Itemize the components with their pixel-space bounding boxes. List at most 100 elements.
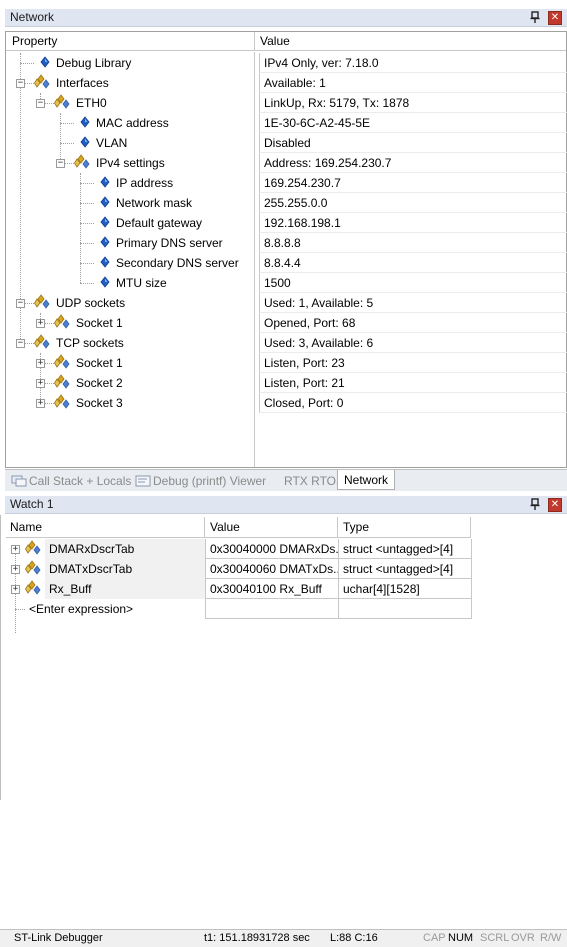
property-value[interactable]: Opened, Port: 68 (259, 313, 567, 333)
tree-connector (80, 223, 94, 224)
watch-value-cell[interactable]: 0x30040000 DMARxDs... (205, 539, 339, 559)
status-scrl: SCRL (480, 932, 510, 944)
tree-connector (80, 183, 94, 184)
property-label[interactable]: ETH0 (76, 96, 107, 110)
collapse-icon[interactable]: − (56, 159, 65, 168)
property-label[interactable]: MTU size (116, 276, 167, 290)
collapse-icon[interactable]: − (16, 339, 25, 348)
property-value[interactable]: Used: 1, Available: 5 (259, 293, 567, 313)
tree-connector (80, 203, 94, 204)
property-value[interactable]: LinkUp, Rx: 5179, Tx: 1878 (259, 93, 567, 113)
property-label[interactable]: Network mask (116, 196, 192, 210)
property-value[interactable]: Used: 3, Available: 6 (259, 333, 567, 353)
property-label[interactable]: UDP sockets (56, 296, 125, 310)
property-value[interactable]: Available: 1 (259, 73, 567, 93)
property-value[interactable]: 192.168.198.1 (259, 213, 567, 233)
property-label[interactable]: Secondary DNS server (116, 256, 239, 270)
property-label[interactable]: VLAN (96, 136, 127, 150)
type-header-label: Type (343, 520, 370, 534)
property-column-header[interactable]: Property (6, 32, 255, 51)
collapse-icon[interactable]: − (16, 299, 25, 308)
collapse-icon[interactable]: − (16, 79, 25, 88)
property-value[interactable]: Listen, Port: 23 (259, 353, 567, 373)
status-cursor-position: L:88 C:16 (330, 932, 378, 944)
watch-value-cell[interactable]: 0x30040100 Rx_Buff (205, 579, 339, 599)
property-label[interactable]: Primary DNS server (116, 236, 223, 250)
property-label[interactable]: MAC address (96, 116, 169, 130)
property-value[interactable]: Listen, Port: 21 (259, 373, 567, 393)
watch-type-cell[interactable]: struct <untagged>[4] (338, 539, 472, 559)
value-header-label: Value (260, 34, 290, 48)
bottom-tab-bar: Call Stack + Locals Debug (printf) Viewe… (5, 469, 567, 491)
expand-icon[interactable]: + (36, 399, 45, 408)
property-value[interactable]: 1500 (259, 273, 567, 293)
tab-rtx-rtos-label: RTX RTOS (284, 474, 345, 488)
group-icon (54, 94, 72, 110)
watch-value-column-header[interactable]: Value (205, 517, 338, 538)
call-stack-icon (11, 475, 27, 487)
property-label[interactable]: Debug Library (56, 56, 131, 70)
group-icon (74, 154, 92, 170)
type-column-header[interactable]: Type (338, 517, 471, 538)
property-label[interactable]: Socket 3 (76, 396, 123, 410)
close-icon[interactable]: ✕ (548, 498, 562, 512)
property-icon (40, 56, 50, 68)
watch-pane-title: Watch 1 (10, 497, 54, 511)
pin-icon[interactable] (529, 11, 541, 24)
close-icon[interactable]: ✕ (548, 11, 562, 25)
expand-icon[interactable]: + (36, 359, 45, 368)
watch-type-cell[interactable]: uchar[4][1528] (338, 579, 472, 599)
property-label[interactable]: IPv4 settings (96, 156, 165, 170)
property-value[interactable]: 8.8.8.8 (259, 233, 567, 253)
property-value[interactable]: 255.255.0.0 (259, 193, 567, 213)
tab-debug-printf-viewer[interactable]: Debug (printf) Viewer (135, 471, 266, 491)
property-label[interactable]: Socket 1 (76, 316, 123, 330)
watch-value-cell[interactable]: 0x30040060 DMATxDs... (205, 559, 339, 579)
property-value[interactable]: 169.254.230.7 (259, 173, 567, 193)
group-icon (54, 314, 72, 330)
name-column-header[interactable]: Name (6, 517, 205, 538)
tree-connector (80, 263, 94, 264)
property-value[interactable]: 8.8.4.4 (259, 253, 567, 273)
expand-icon[interactable]: + (11, 585, 20, 594)
group-icon (54, 354, 72, 370)
expand-icon[interactable]: + (11, 565, 20, 574)
tab-network[interactable]: Network (337, 470, 396, 490)
property-header-label: Property (12, 34, 58, 48)
watch-name-cell[interactable]: DMATxDscrTab (45, 559, 205, 579)
property-label[interactable]: Interfaces (56, 76, 109, 90)
expand-icon[interactable]: + (11, 545, 20, 554)
expand-icon[interactable]: + (36, 379, 45, 388)
property-value[interactable]: Disabled (259, 133, 567, 153)
enter-expression-value-cell[interactable] (205, 599, 339, 619)
watch-type-cell[interactable]: struct <untagged>[4] (338, 559, 472, 579)
collapse-icon[interactable]: − (36, 99, 45, 108)
enter-expression-type-cell[interactable] (338, 599, 472, 619)
property-label[interactable]: Default gateway (116, 216, 202, 230)
property-icon (100, 276, 110, 288)
pin-icon[interactable] (529, 498, 541, 511)
property-value[interactable]: Address: 169.254.230.7 (259, 153, 567, 173)
property-icon (100, 236, 110, 248)
watch-pane-titlebar: Watch 1 ✕ (5, 496, 567, 514)
property-label[interactable]: Socket 2 (76, 376, 123, 390)
enter-expression-input[interactable]: <Enter expression> (25, 599, 205, 619)
group-icon (34, 334, 52, 350)
value-column-header[interactable]: Value (255, 32, 566, 51)
property-value[interactable]: 1E-30-6C-A2-45-5E (259, 113, 567, 133)
property-label[interactable]: TCP sockets (56, 336, 124, 350)
tab-rtx-rtos[interactable]: RTX RTOS (284, 471, 344, 491)
value-column-divider (254, 52, 255, 467)
property-value[interactable]: IPv4 Only, ver: 7.18.0 (259, 53, 567, 73)
tab-call-stack-locals-label: Call Stack + Locals (29, 474, 132, 488)
watch-name-cell[interactable]: Rx_Buff (45, 579, 205, 599)
tab-call-stack-locals[interactable]: Call Stack + Locals (11, 471, 131, 491)
property-label[interactable]: IP address (116, 176, 173, 190)
property-value[interactable]: Closed, Port: 0 (259, 393, 567, 413)
watch-name-cell[interactable]: DMARxDscrTab (45, 539, 205, 559)
property-label[interactable]: Socket 1 (76, 356, 123, 370)
group-icon (34, 74, 52, 90)
status-cap: CAP (423, 932, 446, 944)
expand-icon[interactable]: + (36, 319, 45, 328)
watch-grid: Name Value Type + DMARxDscrTab 0x30040000 … (0, 515, 567, 800)
